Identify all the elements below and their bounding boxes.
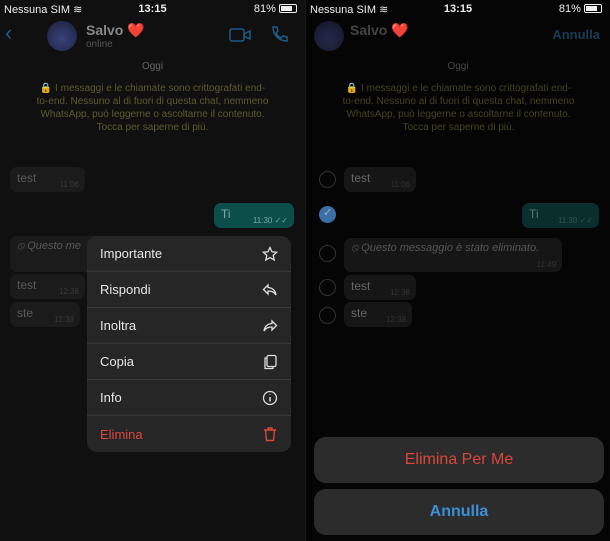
- menu-label: Info: [100, 390, 122, 405]
- cancel-header-button[interactable]: Annulla: [552, 27, 600, 42]
- battery: 81%: [559, 3, 602, 15]
- message-text: ⦸ Questo me: [17, 240, 82, 252]
- select-checkbox[interactable]: [319, 279, 336, 296]
- battery-level: 81%: [253, 3, 276, 15]
- message-time: 12:38: [58, 287, 79, 296]
- time-label: 11:30: [252, 216, 273, 225]
- message-bubble-selected[interactable]: Ti 11:30 ✓✓: [214, 203, 294, 228]
- encryption-notice[interactable]: 🔒 I messaggi e le chiamate sono crittogr…: [35, 82, 270, 134]
- menu-item-info[interactable]: Info: [87, 380, 291, 416]
- message-time: 11:30 ✓✓: [557, 216, 593, 225]
- deleted-message-bubble[interactable]: ⦸ Questo messaggio è stato eliminato. 11:…: [344, 238, 562, 272]
- encryption-notice: 🔒 I messaggi e le chiamate sono crittogr…: [342, 83, 575, 133]
- chat-screen-context-menu: Nessuna SIM ≋ 13:15 81% ‹ Salvo ❤️ onlin…: [0, 0, 305, 541]
- contact-label: Salvo: [86, 22, 124, 38]
- check-icon: ✓: [323, 207, 333, 219]
- menu-label: Inoltra: [100, 318, 137, 333]
- forward-icon: [263, 318, 278, 332]
- menu-label: Rispondi: [100, 282, 151, 297]
- message-text: Ti: [221, 207, 231, 221]
- video-call-icon[interactable]: [229, 27, 251, 43]
- menu-label: Copia: [100, 354, 134, 369]
- message-text: ⦸ Questo messaggio è stato eliminato.: [351, 242, 540, 254]
- message-bubble[interactable]: test 12:38: [10, 274, 85, 299]
- message-time: 11:06: [390, 180, 410, 189]
- battery: 81%: [254, 3, 297, 15]
- message-bubble[interactable]: ste 12:38: [10, 302, 80, 327]
- menu-item-rispondi[interactable]: Rispondi: [87, 272, 291, 308]
- delete-for-me-button[interactable]: Elimina Per Me: [314, 437, 604, 483]
- time-label: 11:30: [557, 216, 578, 225]
- message-text: ste: [351, 306, 368, 320]
- message-bubble[interactable]: test 12:38: [344, 275, 416, 300]
- select-checkbox[interactable]: [319, 171, 336, 188]
- message-bubble[interactable]: test 11:06: [10, 167, 85, 192]
- presence: online: [86, 39, 113, 50]
- menu-label: Importante: [100, 246, 163, 261]
- message-text: Ti: [529, 207, 539, 221]
- context-menu: Importante Rispondi Inoltra Copia Info E…: [87, 236, 291, 452]
- date-separator: Oggi: [447, 61, 469, 72]
- message-time: 11:06: [59, 180, 79, 189]
- battery-icon: [584, 4, 602, 13]
- contact-name[interactable]: Salvo ❤️: [86, 22, 145, 39]
- message-text: test: [351, 171, 371, 185]
- battery-icon: [279, 4, 297, 13]
- heart-icon: ❤️: [391, 22, 409, 38]
- message-text: test: [17, 278, 37, 292]
- back-icon[interactable]: ‹: [5, 20, 12, 46]
- message-time: 11:30 ✓✓: [252, 216, 288, 225]
- select-checkbox[interactable]: [319, 307, 336, 324]
- contact-label: Salvo: [350, 22, 388, 38]
- battery-level: 81%: [558, 3, 581, 15]
- status-bar: Nessuna SIM ≋ 13:15 81%: [0, 0, 305, 18]
- menu-item-copia[interactable]: Copia: [87, 344, 291, 380]
- menu-label: Elimina: [100, 426, 143, 442]
- message-text: ste: [17, 306, 34, 320]
- chat-header: ‹ Salvo ❤️ online: [0, 18, 305, 52]
- trash-icon: [264, 427, 276, 442]
- heart-icon: ❤️: [127, 22, 145, 38]
- select-checkbox[interactable]: [319, 245, 336, 262]
- message-text: test: [351, 279, 371, 293]
- message-time: 12:38: [385, 315, 406, 324]
- copy-icon: [264, 354, 277, 369]
- select-checkbox-checked[interactable]: ✓: [319, 206, 336, 223]
- message-time: 11:49: [536, 260, 556, 269]
- phone-icon[interactable]: [270, 25, 288, 43]
- status-bar: Nessuna SIM ≋ 13:15 81%: [306, 0, 610, 18]
- message-time: 12:38: [389, 288, 410, 297]
- avatar[interactable]: [47, 21, 77, 51]
- star-icon: [262, 245, 278, 261]
- menu-item-importante[interactable]: Importante: [87, 236, 291, 272]
- info-icon: [262, 390, 278, 405]
- menu-item-inoltra[interactable]: Inoltra: [87, 308, 291, 344]
- chat-screen-selection: Nessuna SIM ≋ 13:15 81% Salvo ❤️ Annulla…: [305, 0, 610, 541]
- message-time: 12:38: [53, 315, 74, 324]
- avatar: [314, 21, 344, 51]
- cancel-button[interactable]: Annulla: [314, 489, 604, 535]
- message-bubble[interactable]: Ti 11:30 ✓✓: [522, 203, 599, 228]
- reply-icon: [262, 282, 277, 296]
- date-separator: Oggi: [141, 61, 164, 72]
- contact-name: Salvo ❤️: [350, 22, 409, 39]
- chat-header: Salvo ❤️ Annulla: [306, 18, 610, 52]
- message-text: test: [17, 171, 37, 185]
- message-bubble[interactable]: ste 12:38: [344, 302, 412, 327]
- menu-item-elimina[interactable]: Elimina: [87, 416, 291, 452]
- message-bubble[interactable]: test 11:06: [344, 167, 416, 192]
